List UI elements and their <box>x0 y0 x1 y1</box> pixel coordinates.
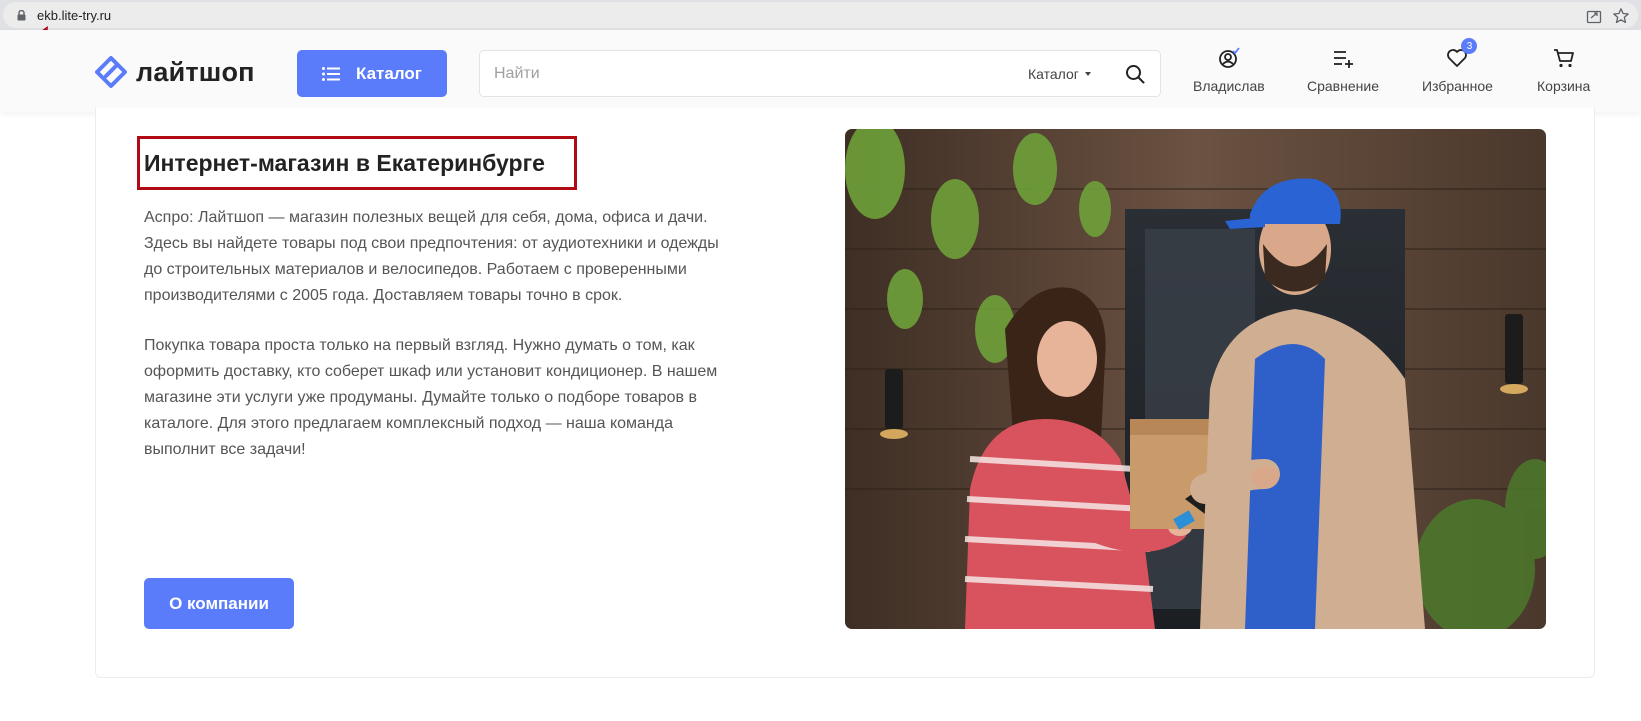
site-header: лайтшоп Каталог Каталог Владислав <box>0 30 1641 112</box>
search-input[interactable] <box>494 63 994 85</box>
cart-label: Корзина <box>1537 78 1591 94</box>
favorites-icon-wrap: 3 <box>1445 38 1478 70</box>
logo-mark-icon <box>95 56 127 88</box>
intro-line: Здесь вы найдете товары под свои предпоч… <box>144 235 719 252</box>
user-profile-link[interactable]: Владислав <box>1193 46 1265 94</box>
browser-toolbar: ekb.lite-try.ru <box>0 0 1641 30</box>
lock-icon <box>17 10 26 21</box>
search-scope-label: Каталог <box>1028 66 1079 82</box>
details-line: Покупка товара проста только на первый в… <box>144 337 695 354</box>
favorites-link[interactable]: 3 Избранное <box>1422 38 1493 94</box>
logo[interactable]: лайтшоп <box>94 54 255 90</box>
details-line: каталоге. Для этого предлагаем комплексн… <box>144 415 673 432</box>
cart-icon <box>1553 49 1574 68</box>
details-line: выполнит все задачи! <box>144 441 306 458</box>
cart-link[interactable]: Корзина <box>1537 46 1590 94</box>
details-line: магазине эти услуги уже продуманы. Думай… <box>144 389 697 406</box>
catalog-button-label: Каталог <box>356 63 422 83</box>
catalog-button[interactable]: Каталог <box>297 50 447 97</box>
details-paragraph: Покупка товара проста только на первый в… <box>144 333 766 463</box>
user-icon <box>1218 47 1240 68</box>
favorites-label: Избранное <box>1422 78 1493 94</box>
search-icon[interactable] <box>1125 64 1145 84</box>
logo-text: лайтшоп <box>136 56 255 87</box>
user-label: Владислав <box>1193 78 1265 94</box>
compare-link[interactable]: Сравнение <box>1307 46 1379 94</box>
intro-line: Аспро: Лайтшоп — магазин полезных вещей … <box>144 209 708 226</box>
share-icon[interactable] <box>1586 8 1602 24</box>
favorites-count-badge: 3 <box>1461 38 1478 54</box>
page-title: Интернет-магазин в Екатеринбурге <box>144 150 545 176</box>
list-icon <box>322 66 340 81</box>
delivery-photo <box>845 129 1546 629</box>
address-bar[interactable]: ekb.lite-try.ru <box>3 2 1638 28</box>
about-company-button[interactable]: О компании <box>144 578 294 629</box>
caret-down-icon <box>1084 72 1091 76</box>
compare-label: Сравнение <box>1307 78 1379 94</box>
search-box: Каталог <box>479 50 1161 97</box>
details-line: оформить доставку, кто соберет шкаф или … <box>144 363 718 380</box>
intro-line: до строительных материалов и велосипедов… <box>144 261 687 278</box>
search-scope-dropdown[interactable]: Каталог <box>1028 66 1091 82</box>
url-text[interactable]: ekb.lite-try.ru <box>37 8 111 23</box>
intro-paragraph: Аспро: Лайтшоп — магазин полезных вещей … <box>144 205 766 309</box>
compare-icon <box>1333 51 1353 68</box>
intro-line: производителями с 2005 года. Доставляем … <box>144 287 623 304</box>
bookmark-star-icon[interactable] <box>1612 7 1630 25</box>
